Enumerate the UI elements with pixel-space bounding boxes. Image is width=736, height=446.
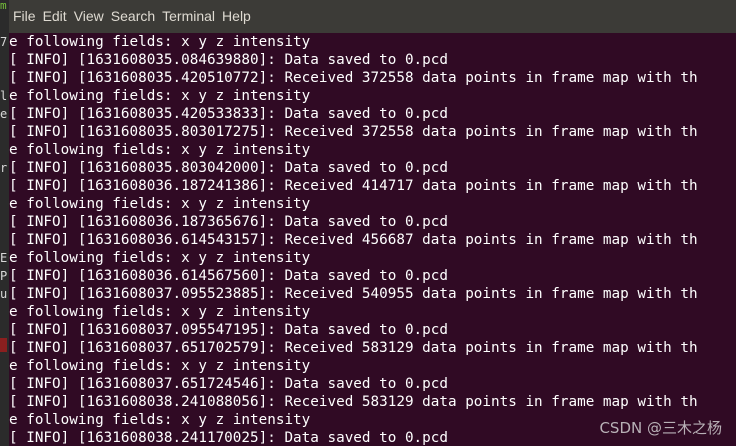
watermark: CSDN @三木之杨 [599,419,722,437]
left-panel-edge: 7 le r EPu [0,0,9,446]
terminal-line: [ INFO] [1631608037.095547195]: Data sav… [9,322,448,338]
terminal-line: [ INFO] [1631608037.651702579]: Received… [9,340,698,356]
menu-file[interactable]: File [13,0,43,33]
menu-items: File Edit View Search Terminal Help [13,0,258,33]
terminal-line: [ INFO] [1631608035.803017275]: Received… [9,124,698,140]
edge-mark: u [0,287,8,301]
edge-mark: e [0,107,8,121]
terminal-line: [ INFO] [1631608038.241088056]: Received… [9,394,698,410]
terminal-line: [ INFO] [1631608035.420510772]: Received… [9,70,698,86]
terminal-output[interactable]: e following fields: x y z intensity [ INF… [9,33,736,446]
menu-search[interactable]: Search [111,0,162,33]
terminal-line: [ INFO] [1631608035.084639880]: Data sav… [9,52,448,68]
terminal-line: e following fields: x y z intensity [9,34,311,50]
terminal-line: e following fields: x y z intensity [9,304,311,320]
edge-mark: P [0,269,8,283]
terminal-line: [ INFO] [1631608035.803042000]: Data sav… [9,160,448,176]
terminal-line: [ INFO] [1631608036.614567560]: Data sav… [9,268,448,284]
terminal-line: e following fields: x y z intensity [9,196,311,212]
left-panel-edge-top: m [0,0,9,33]
edge-glyph: m [0,0,7,12]
terminal-line: e following fields: x y z intensity [9,142,311,158]
menu-terminal[interactable]: Terminal [162,0,222,33]
terminal-line: [ INFO] [1631608036.187365676]: Data sav… [9,214,448,230]
terminal-window: e following fields: x y z intensity [ INF… [0,0,736,446]
terminal-line: e following fields: x y z intensity [9,250,311,266]
edge-mark: r [0,161,8,175]
terminal-line: [ INFO] [1631608036.187241386]: Received… [9,178,698,194]
edge-mark: 7 [0,35,8,49]
edge-mark: l [0,89,8,103]
terminal-line: [ INFO] [1631608036.614543157]: Received… [9,232,698,248]
terminal-line: e following fields: x y z intensity [9,358,311,374]
menu-help[interactable]: Help [222,0,258,33]
indicator-mark [0,338,7,352]
menu-edit[interactable]: Edit [43,0,74,33]
edge-mark: E [0,251,8,265]
menu-view[interactable]: View [74,0,111,33]
terminal-line: [ INFO] [1631608037.095523885]: Received… [9,286,698,302]
terminal-line: [ INFO] [1631608037.651724546]: Data sav… [9,376,448,392]
terminal-line: [ INFO] [1631608035.420533833]: Data sav… [9,106,448,122]
terminal-line: e following fields: x y z intensity [9,88,311,104]
menubar: m File Edit View Search Terminal Help [0,0,736,33]
